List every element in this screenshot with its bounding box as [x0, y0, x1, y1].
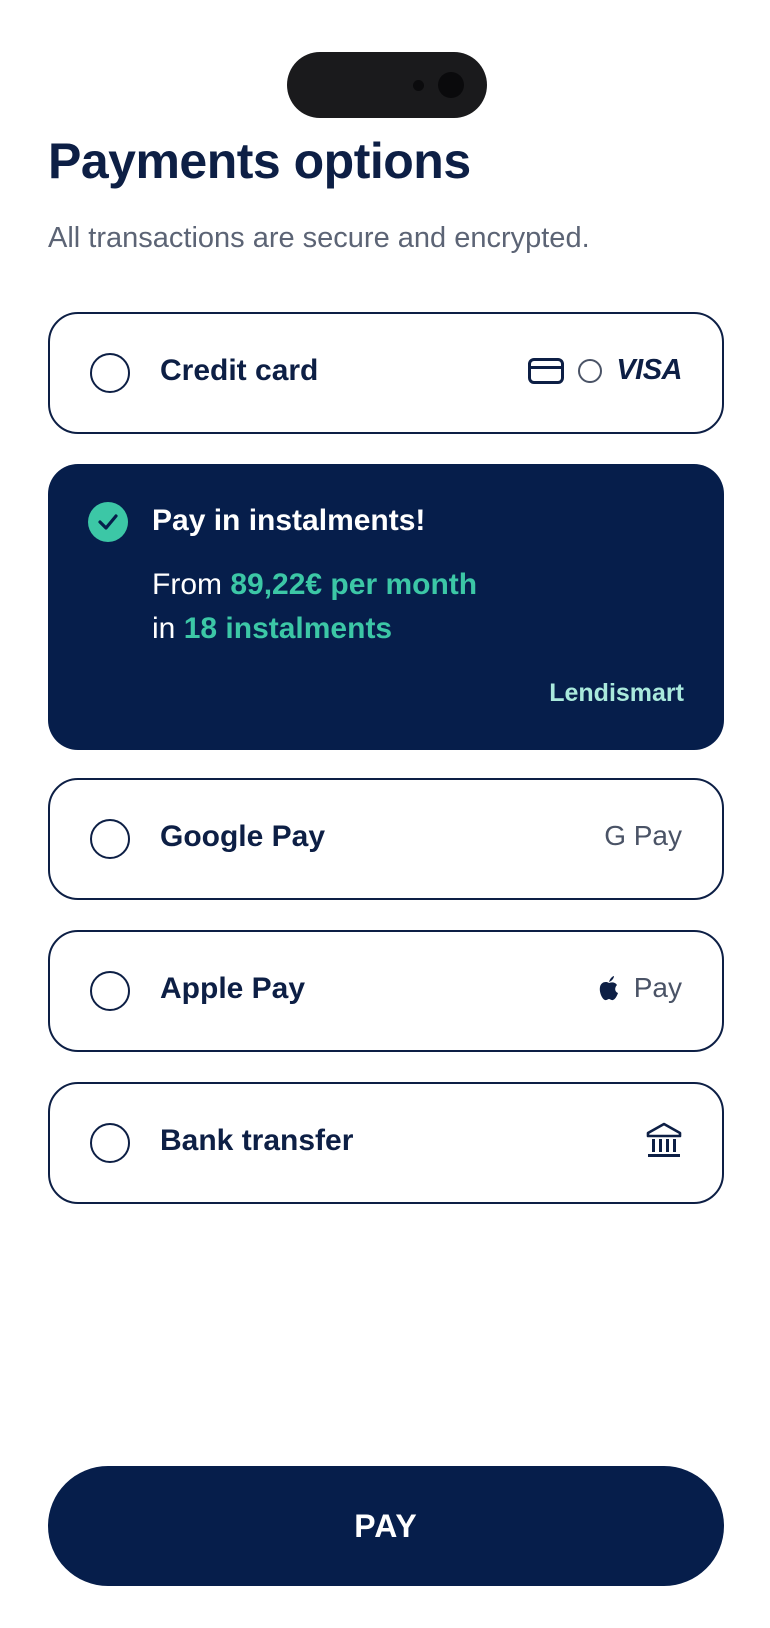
dynamic-island — [287, 52, 487, 118]
instalments-amount-line: From 89,22€ per month — [152, 568, 477, 602]
provider-name: Lendismart — [549, 679, 684, 707]
option-apple-pay[interactable]: Apple Pay Pay — [48, 930, 724, 1052]
visa-logo: VISA — [616, 354, 682, 386]
radio-google-pay[interactable] — [90, 819, 130, 859]
apple-pay-text: Pay — [633, 972, 682, 1003]
instalments-title: Pay in instalments! — [152, 504, 426, 537]
circle-icon — [578, 358, 603, 383]
in-text: in — [152, 612, 176, 645]
page-title: Payments options — [48, 133, 471, 189]
radio-apple-pay[interactable] — [90, 971, 130, 1011]
option-google-pay[interactable]: Google Pay G Pay — [48, 778, 724, 900]
from-text: From — [152, 568, 222, 601]
instalments-count: 18 instalments — [183, 612, 393, 645]
card-icon — [528, 357, 565, 384]
credit-card-brands: VISA — [528, 354, 682, 387]
google-pay-logo: G Pay — [604, 820, 682, 851]
camera-dot — [438, 72, 464, 98]
apple-pay-logo: Pay — [598, 972, 682, 1004]
instalments-count-line: in 18 instalments — [152, 612, 392, 646]
option-bank-transfer[interactable]: Bank transfer — [48, 1082, 724, 1204]
pay-button[interactable]: PAY — [48, 1466, 724, 1586]
radio-bank-transfer[interactable] — [90, 1123, 130, 1163]
apple-icon — [599, 976, 618, 1001]
page-subtitle: All transactions are secure and encrypte… — [48, 222, 590, 254]
check-circle-icon[interactable] — [88, 502, 128, 542]
sensor-dot — [413, 80, 424, 91]
bank-icon — [646, 1122, 682, 1157]
bank-logo — [646, 1122, 682, 1160]
payment-screen: Payments options All transactions are se… — [0, 0, 770, 1628]
monthly-amount: 89,22€ per month — [230, 568, 478, 601]
option-label-credit-card: Credit card — [160, 354, 319, 387]
option-label-bank-transfer: Bank transfer — [160, 1124, 354, 1157]
radio-credit-card[interactable] — [90, 353, 130, 393]
option-credit-card[interactable]: Credit card VISA — [48, 312, 724, 434]
option-label-google-pay: Google Pay — [160, 820, 326, 853]
option-instalments[interactable]: Pay in instalments! From 89,22€ per mont… — [48, 464, 724, 750]
option-label-apple-pay: Apple Pay — [160, 972, 306, 1005]
